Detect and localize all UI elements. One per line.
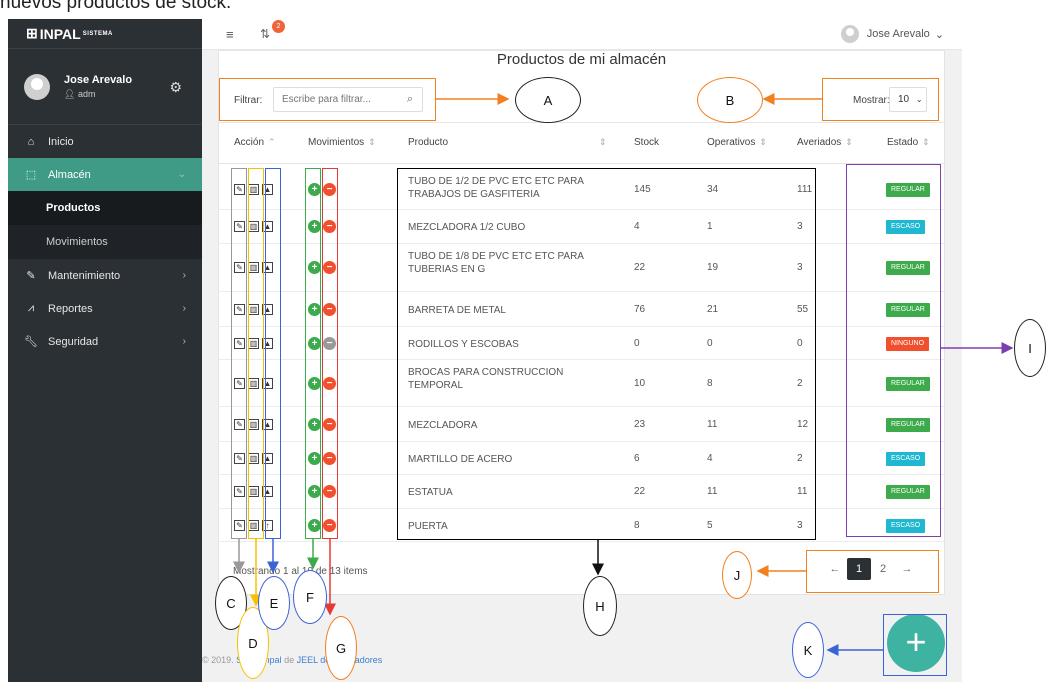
user-menu[interactable]: Jose Arevalo ⌄ — [840, 25, 944, 43]
annotation-box-pagination — [806, 550, 939, 593]
profile-name: Jose Arevalo — [64, 73, 133, 86]
table-header: Acción ⌃ Movimientos ⇕ Producto ⇕ Stock Op… — [219, 122, 944, 164]
header-stock[interactable]: Stock — [634, 137, 659, 148]
profile-role: adm — [77, 88, 96, 99]
annotation-box-image — [265, 168, 281, 539]
chevron-down-icon: ⌄ — [177, 169, 186, 180]
header-movimientos[interactable]: Movimientos ⇕ — [308, 137, 376, 148]
home-icon: ⌂ — [27, 135, 35, 148]
chevron-right-icon: › — [182, 336, 186, 347]
sidebar-item-reportes[interactable]: ⩘ Reportes › — [8, 292, 202, 325]
sidebar-item-inicio[interactable]: ⌂ Inicio — [8, 125, 202, 158]
user-icon: 👤︎ — [64, 88, 76, 99]
annotation-box-fab — [883, 614, 947, 676]
sort-icon: ⇕ — [759, 137, 767, 147]
chart-icon: ⩘ — [27, 302, 35, 314]
menu-toggle-icon[interactable]: ≡ — [226, 27, 234, 42]
annotation-box-status — [846, 164, 941, 537]
annotation-box-add-move — [305, 168, 321, 539]
annotation-box-delete — [248, 168, 264, 539]
brand-logo[interactable]: ⊞ INPAL SISTEMA — [8, 19, 202, 49]
sort-icon: ⇕ — [922, 137, 930, 147]
wrench-icon: 🔧︎ — [24, 336, 38, 348]
building-icon: ⊞ — [26, 25, 38, 41]
page-title: Productos de mi almacén — [496, 51, 667, 68]
sync-icon[interactable]: ⇅ — [260, 27, 270, 41]
annotation-label-g: G — [325, 616, 357, 680]
sidebar: ⊞ INPAL SISTEMA Jose Arevalo 👤︎ adm ⚙ ⌂ … — [8, 19, 202, 682]
avatar — [840, 25, 859, 43]
header-accion[interactable]: Acción ⌃ — [234, 137, 276, 148]
header-estado[interactable]: Estado ⇕ — [887, 137, 930, 148]
annotation-box-remove-move — [322, 168, 338, 539]
pencil-icon: ✎ — [26, 270, 36, 282]
cursor-icon: ⬚ — [25, 169, 37, 181]
chevron-right-icon: › — [182, 303, 186, 314]
sidebar-item-movimientos[interactable]: Movimientos — [8, 225, 202, 259]
annotation-label-k: K — [792, 622, 824, 678]
sort-icon[interactable]: ⇕ — [595, 137, 607, 148]
user-menu-label: Jose Arevalo — [866, 28, 930, 40]
chevron-right-icon: › — [182, 270, 186, 281]
sidebar-item-productos[interactable]: Productos — [8, 191, 202, 225]
annotation-label-h: H — [583, 576, 617, 636]
annotation-label-b: B — [697, 77, 763, 123]
sidebar-submenu: Productos Movimientos — [8, 191, 202, 259]
sidebar-item-seguridad[interactable]: 🔧︎ Seguridad › — [8, 325, 202, 358]
header-operativos[interactable]: Operativos ⇕ — [707, 137, 767, 148]
sort-asc-icon: ⌃ — [268, 137, 276, 147]
annotation-label-f: F — [293, 570, 327, 624]
annotation-label-j: J — [722, 551, 752, 599]
sidebar-item-almacen[interactable]: ⬚ Almacén ⌄ — [8, 158, 202, 191]
annotation-label-a: A — [515, 77, 581, 123]
topbar: ≡ ⇅ 2 Jose Arevalo ⌄ — [202, 19, 962, 50]
annotation-box-edit — [231, 168, 247, 539]
sort-icon: ⇕ — [845, 137, 853, 147]
document-caption: nuevos productos de stock. — [0, 0, 232, 13]
avatar — [24, 73, 50, 100]
annotation-box-show — [822, 78, 939, 121]
chevron-down-icon: ⌄ — [934, 28, 944, 41]
gear-icon[interactable]: ⚙ — [169, 79, 182, 96]
sort-icon: ⇕ — [368, 137, 376, 147]
annotation-label-e: E — [258, 576, 290, 630]
notification-badge: 2 — [272, 20, 285, 33]
sidebar-profile: Jose Arevalo 👤︎ adm ⚙ — [8, 49, 202, 125]
annotation-box-products — [397, 168, 816, 540]
sidebar-item-mantenimiento[interactable]: ✎ Mantenimiento › — [8, 259, 202, 292]
header-averiados[interactable]: Averiados ⇕ — [797, 137, 853, 148]
header-producto[interactable]: Producto — [408, 137, 448, 148]
annotation-box-filter — [219, 78, 436, 121]
annotation-label-i: I — [1014, 319, 1046, 377]
